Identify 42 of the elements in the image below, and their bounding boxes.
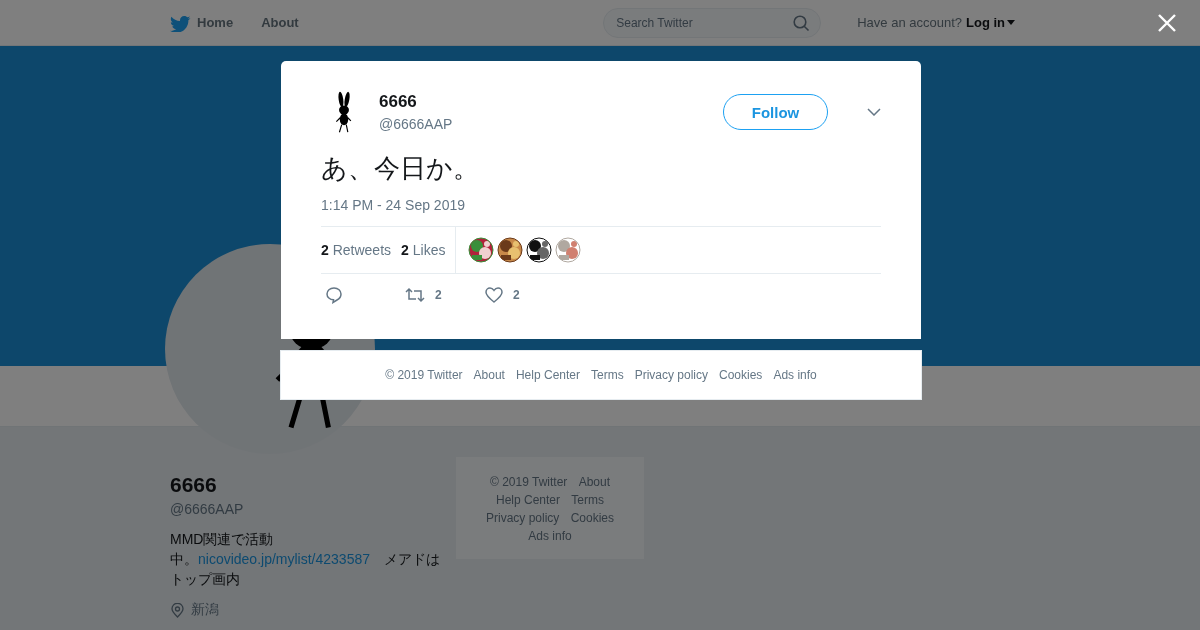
nav-link[interactable]: Home <box>170 13 234 32</box>
footer-link[interactable]: © 2019 Twitter <box>490 475 568 489</box>
bird-icon <box>170 13 191 32</box>
location-icon <box>170 602 185 618</box>
footer-link[interactable]: Ads info <box>528 529 572 543</box>
profile-handle: @6666AAP <box>170 501 245 517</box>
search-icon <box>793 14 811 32</box>
footer-link[interactable]: Cookies <box>719 368 763 382</box>
footer-link[interactable]: © 2019 Twitter <box>385 368 463 382</box>
footer-link[interactable]: Terms <box>591 368 624 382</box>
profile-bio: MMD関連で活動中。nicovideo.jp/mylist/4233587 メアドはトップ画内 <box>170 530 440 589</box>
chevron-icon[interactable] <box>867 108 881 116</box>
profile-location: 新潟 <box>191 601 219 619</box>
action-count: 2 <box>513 288 520 302</box>
tweet-timestamp: 1:14 PM - 24 Sep 2019 <box>321 197 466 213</box>
nav-link[interactable]: About <box>261 15 299 30</box>
tweet-text: あ、今日か。 <box>321 152 480 185</box>
footer-link[interactable]: Privacy policy <box>485 511 560 525</box>
follow-button[interactable]: Follow <box>723 94 828 130</box>
stat-link[interactable]: 2 Retweets <box>321 242 392 258</box>
reply-icon[interactable] <box>325 286 343 304</box>
search-field[interactable]: Search Twitter <box>603 7 822 38</box>
retweet-icon[interactable] <box>405 287 425 303</box>
close-icon[interactable] <box>1158 14 1176 32</box>
user-name: 6666 <box>379 92 418 112</box>
caret-icon <box>1007 20 1015 25</box>
account-prompt: Have an account? <box>857 15 962 30</box>
action-count: 2 <box>435 288 442 302</box>
profile-name: 6666 <box>170 473 218 497</box>
bio-link[interactable]: nicovideo.jp/mylist/4233587 <box>198 551 370 567</box>
heart-icon[interactable] <box>485 287 503 303</box>
footer-link[interactable]: About <box>578 475 610 489</box>
footer-link[interactable]: Help Center <box>495 493 560 507</box>
login-link[interactable]: Log in <box>966 15 1015 30</box>
footer-link[interactable]: Ads info <box>773 368 817 382</box>
footer-link[interactable]: Cookies <box>570 511 615 525</box>
stat-link[interactable]: 2 Likes <box>401 242 446 258</box>
footer-link[interactable]: Terms <box>571 493 604 507</box>
user-handle: @6666AAP <box>379 116 454 132</box>
footer-link[interactable]: Help Center <box>515 368 580 382</box>
footer-link[interactable]: Privacy policy <box>634 368 708 382</box>
footer-link[interactable]: About <box>473 368 505 382</box>
